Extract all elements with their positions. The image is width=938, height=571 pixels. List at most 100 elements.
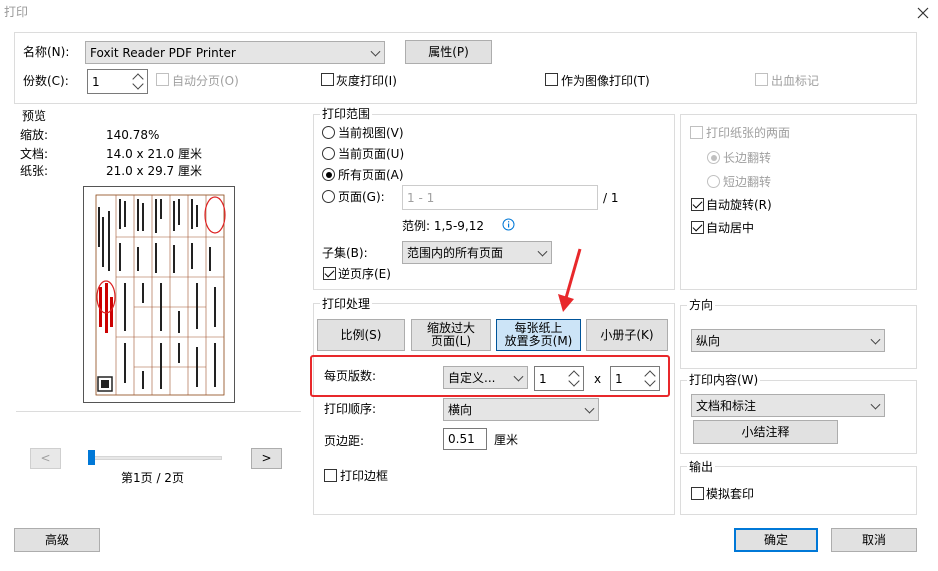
print-both-sides-label: 打印纸张的两面 [706, 126, 791, 140]
auto-rotate-checkbox[interactable] [691, 198, 704, 211]
bleed-marks-label: 出血标记 [771, 74, 820, 88]
pages-per-sheet-value: 自定义... [448, 371, 496, 385]
range-current-view-label: 当前视图(V) [338, 126, 404, 140]
range-current-page-radio[interactable] [322, 147, 335, 160]
simulate-overprint-checkbox[interactable] [691, 487, 704, 500]
mode-multiple-line2: 放置多页(M) [504, 334, 573, 348]
range-example: 范例: 1,5-9,12 [402, 219, 484, 233]
grayscale-checkbox[interactable] [321, 73, 334, 86]
auto-center-label: 自动居中 [706, 221, 755, 235]
rows-stepper[interactable]: 1 [610, 366, 660, 391]
page-slider-track[interactable] [88, 456, 222, 460]
pages-per-sheet-label: 每页版数: [324, 369, 377, 383]
ok-button[interactable]: 确定 [734, 528, 818, 552]
long-edge-radio[interactable] [707, 151, 720, 164]
advanced-button[interactable]: 高级 [14, 528, 100, 552]
print-border-checkbox[interactable] [324, 469, 337, 482]
mode-multiple-button[interactable]: 每张纸上 放置多页(M) [496, 319, 581, 351]
range-pages-label: 页面(G): [338, 190, 385, 204]
mode-booklet-button[interactable]: 小册子(K) [586, 319, 668, 351]
print-content-value: 文档和标注 [696, 399, 757, 413]
print-both-sides-checkbox[interactable] [690, 126, 703, 139]
pages-total: / 1 [603, 191, 619, 205]
print-preview-thumbnail [83, 186, 235, 403]
range-current-view-radio[interactable] [322, 126, 335, 139]
rows-value: 1 [615, 371, 623, 386]
zoom-label: 缩放: [20, 128, 49, 142]
zoom-value: 140.78% [106, 128, 160, 142]
summarize-comments-button[interactable]: 小结注释 [693, 420, 838, 444]
grayscale-label: 灰度打印(I) [336, 74, 397, 88]
mode-scale-button[interactable]: 比例(S) [317, 319, 405, 351]
printer-select[interactable]: Foxit Reader PDF Printer [85, 41, 385, 64]
reverse-order-label: 逆页序(E) [338, 267, 391, 281]
copies-stepper[interactable]: 1 [87, 69, 148, 94]
printer-select-value: Foxit Reader PDF Printer [90, 45, 236, 60]
orientation-value: 纵向 [696, 334, 721, 348]
simulate-overprint-label: 模拟套印 [706, 487, 755, 501]
chevron-down-icon [870, 399, 881, 410]
range-all-pages-radio[interactable] [322, 168, 335, 181]
next-page-button[interactable]: > [251, 448, 282, 469]
columns-stepper[interactable]: 1 [534, 366, 584, 391]
prev-page-button[interactable]: < [30, 448, 61, 469]
info-icon[interactable] [502, 218, 515, 231]
subset-select[interactable]: 范围内的所有页面 [402, 241, 552, 264]
times-sign: x [594, 372, 602, 386]
print-order-label: 打印顺序: [324, 402, 377, 416]
copies-label: 份数(C): [23, 74, 69, 88]
properties-button[interactable]: 属性(P) [405, 40, 492, 64]
chevron-down-icon [370, 46, 381, 57]
mode-shrink-line2: 页面(L) [430, 334, 472, 348]
auto-rotate-label: 自动旋转(R) [706, 198, 772, 212]
pages-range-input[interactable]: 1 - 1 [402, 185, 598, 210]
margin-label: 页边距: [324, 434, 365, 448]
auto-center-checkbox[interactable] [691, 221, 704, 234]
pages-per-sheet-select[interactable]: 自定义... [443, 366, 528, 389]
preview-title: 预览 [22, 109, 47, 123]
range-pages-radio[interactable] [322, 190, 335, 203]
page-slider-thumb[interactable] [88, 450, 95, 465]
orientation-title: 方向 [687, 298, 716, 312]
collate-label: 自动分页(O) [172, 74, 239, 88]
preview-divider [16, 411, 301, 412]
paper-size-label: 纸张: [20, 164, 49, 178]
pages-range-placeholder: 1 - 1 [407, 190, 435, 205]
orientation-select[interactable]: 纵向 [691, 329, 885, 352]
chevron-down-icon [513, 371, 524, 382]
document-size-label: 文档: [20, 147, 49, 161]
close-icon[interactable] [914, 4, 932, 22]
paper-size-value: 21.0 x 29.7 厘米 [106, 164, 202, 178]
print-handling-title: 打印处理 [320, 297, 373, 311]
columns-value: 1 [539, 371, 547, 386]
print-content-title: 打印内容(W) [687, 373, 761, 387]
document-size-value: 14.0 x 21.0 厘米 [106, 147, 202, 161]
window-title: 打印 [4, 5, 29, 19]
range-all-pages-label: 所有页面(A) [338, 168, 404, 182]
bleed-marks-checkbox[interactable] [755, 73, 768, 86]
short-edge-radio[interactable] [707, 175, 720, 188]
margin-input[interactable]: 0.51 [443, 428, 487, 450]
margin-value: 0.51 [448, 432, 475, 446]
annotation-arrow [555, 246, 585, 316]
output-title: 输出 [687, 460, 716, 474]
preview-document-image [95, 194, 226, 396]
printer-name-label: 名称(N): [23, 45, 70, 59]
subset-label: 子集(B): [322, 246, 368, 260]
chevron-down-icon [870, 334, 881, 345]
print-order-value: 横向 [448, 403, 473, 417]
mode-shrink-button[interactable]: 缩放过大 页面(L) [411, 319, 491, 351]
subset-select-value: 范围内的所有页面 [407, 246, 504, 260]
long-edge-label: 长边翻转 [723, 151, 772, 165]
print-as-image-label: 作为图像打印(T) [561, 74, 650, 88]
print-content-select[interactable]: 文档和标注 [691, 394, 885, 417]
short-edge-label: 短边翻转 [723, 175, 772, 189]
collate-checkbox[interactable] [156, 73, 169, 86]
reverse-order-checkbox[interactable] [323, 267, 336, 280]
print-as-image-checkbox[interactable] [545, 73, 558, 86]
print-order-select[interactable]: 横向 [443, 398, 599, 421]
margin-unit: 厘米 [494, 433, 519, 447]
chevron-down-icon [584, 403, 595, 414]
cancel-button[interactable]: 取消 [831, 528, 917, 552]
print-range-title: 打印范围 [320, 107, 373, 121]
